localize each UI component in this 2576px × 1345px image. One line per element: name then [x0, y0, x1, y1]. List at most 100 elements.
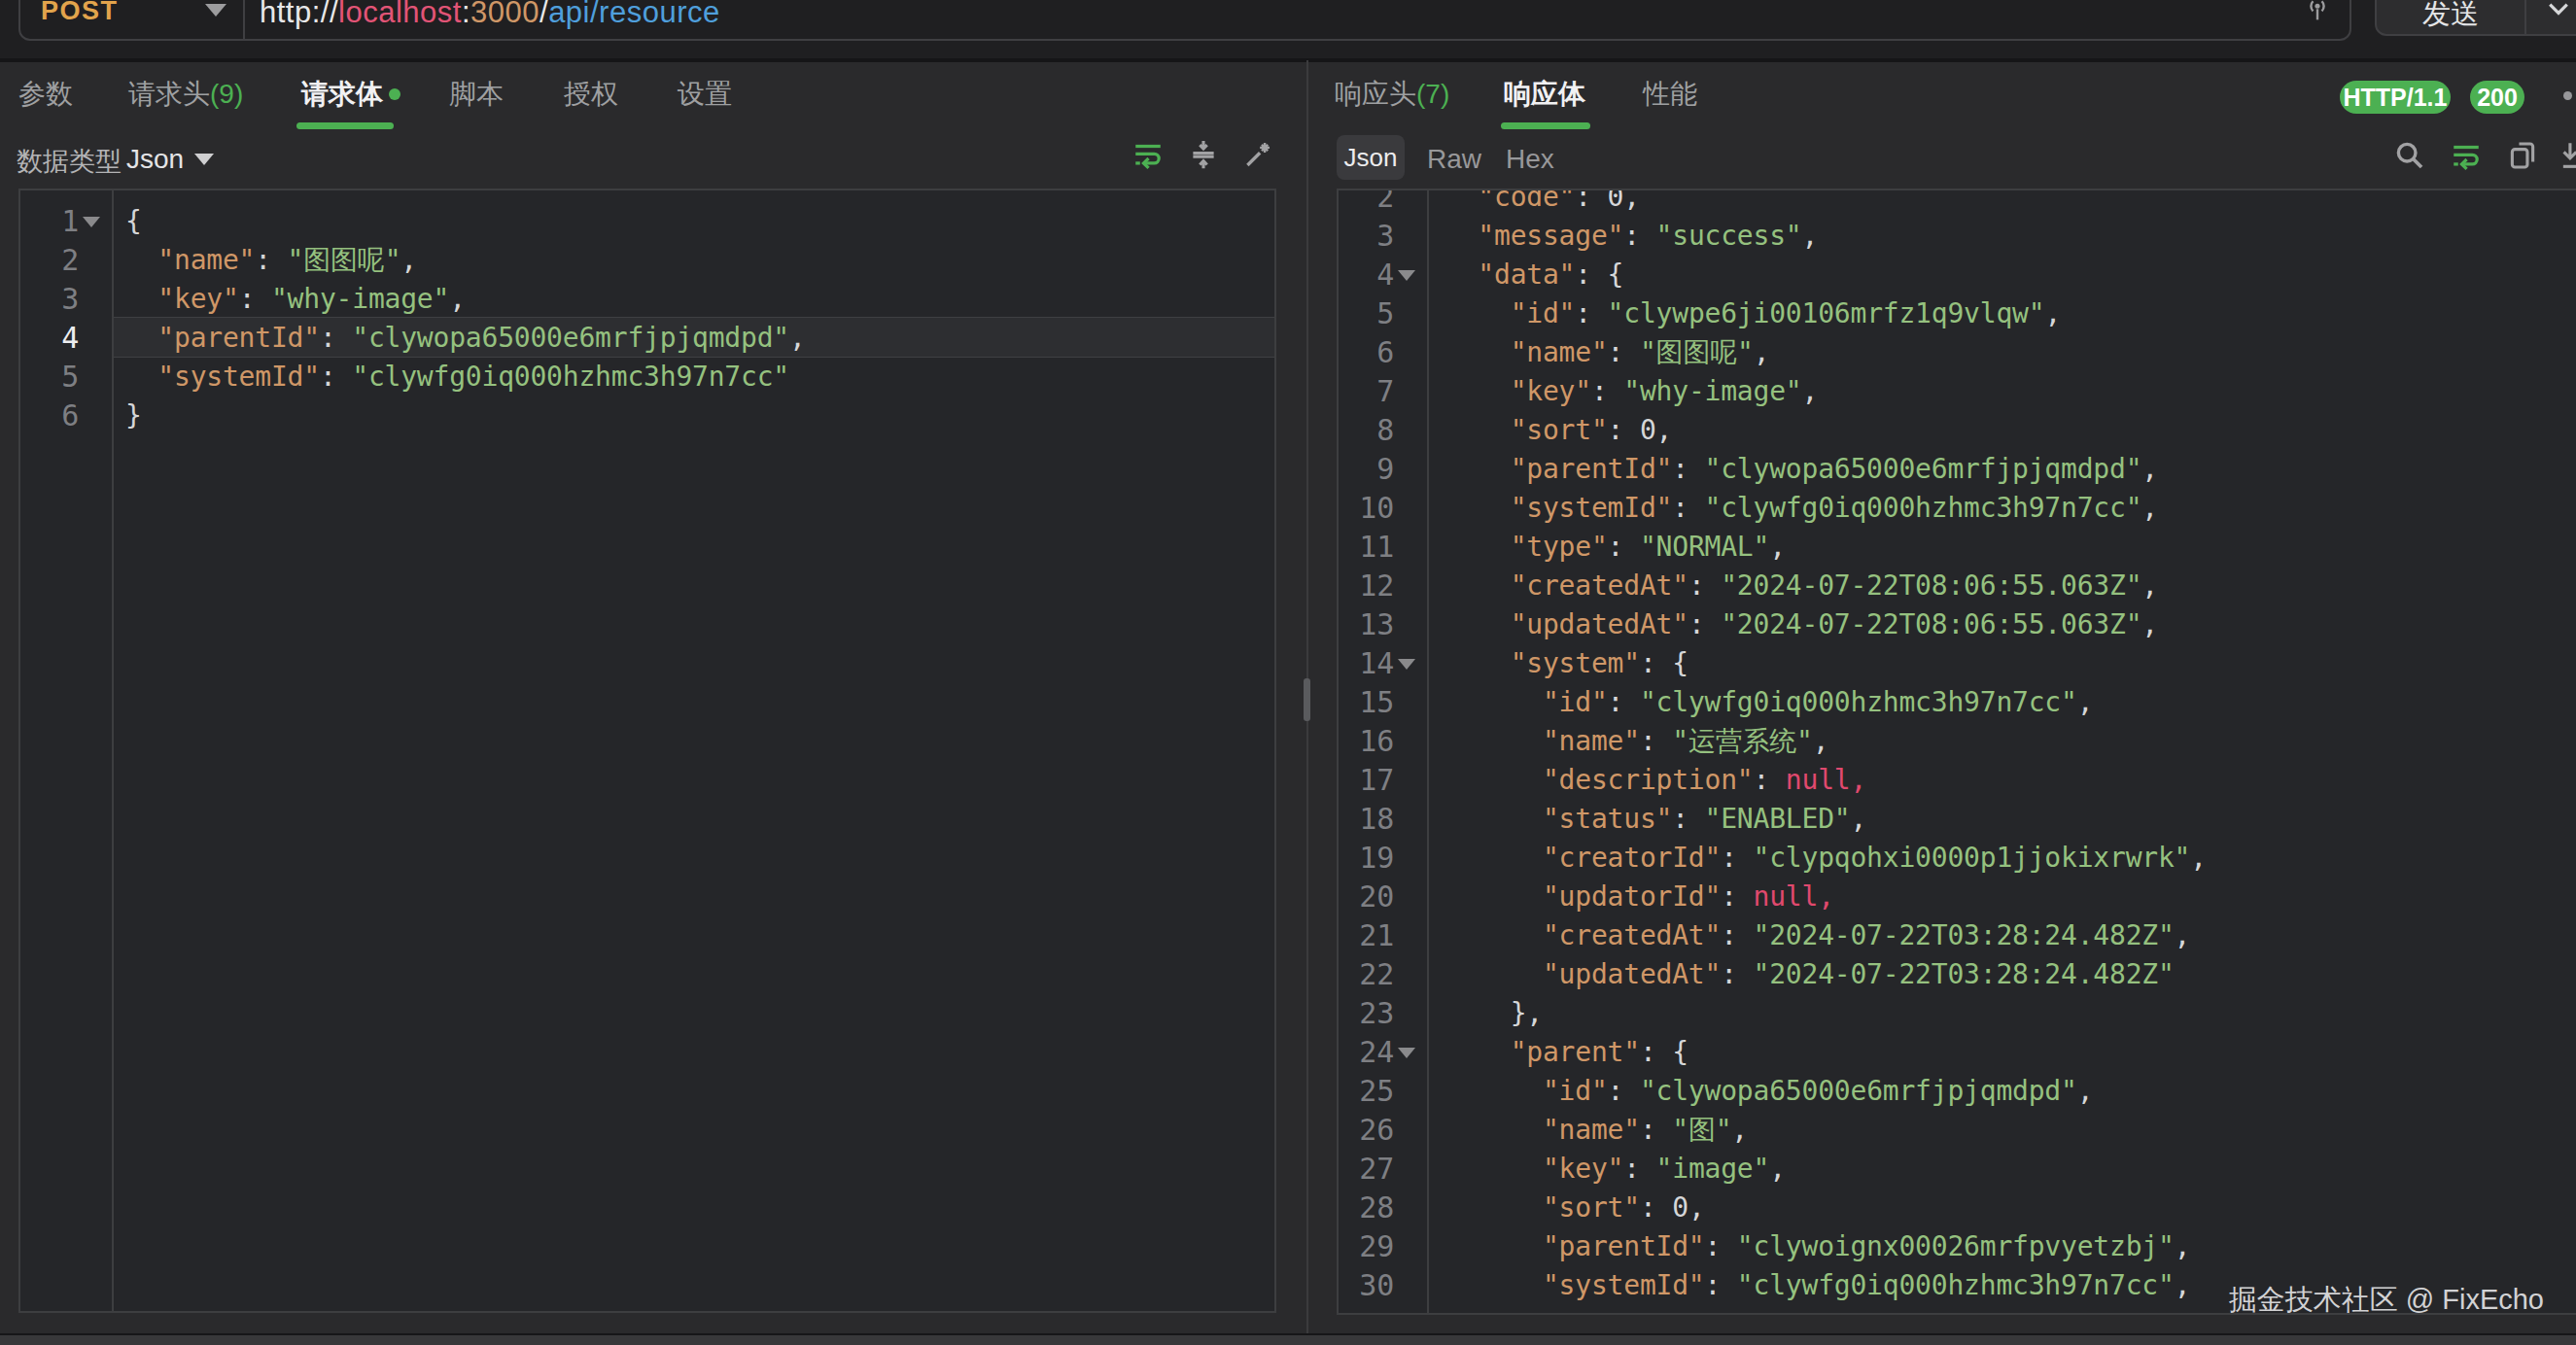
- copy-icon[interactable]: [2506, 139, 2539, 172]
- code-line: "id": "clywpe6ji00106mrfz1q9vlqw",: [1429, 294, 2576, 333]
- format-tab-json[interactable]: Json: [1337, 135, 1405, 180]
- request-tab[interactable]: 参数: [18, 76, 73, 113]
- api-client-window: POST http://localhost:3000/api/resource …: [0, 0, 2576, 1345]
- code-line: "id": "clywopa65000e6mrfjpjqmdpd",: [1429, 1072, 2576, 1111]
- url-part-plain: http://: [260, 0, 338, 29]
- fold-arrow-icon[interactable]: [1398, 270, 1415, 281]
- line-number: 26: [1339, 1111, 1427, 1150]
- format-tab-hex[interactable]: Hex: [1506, 144, 1554, 175]
- line-number: 8: [1339, 411, 1427, 450]
- broadcast-icon[interactable]: [2302, 0, 2333, 24]
- code-line: "data": {: [1429, 256, 2576, 294]
- code-line: "updatedAt": "2024-07-22T03:28:24.482Z": [1429, 955, 2576, 994]
- code-line: "message": "success",: [1429, 217, 2576, 256]
- line-number: 28: [1339, 1189, 1427, 1227]
- request-tab[interactable]: 请求头(9): [128, 76, 243, 113]
- download-icon[interactable]: [2560, 139, 2576, 172]
- response-tab[interactable]: 响应头(7): [1335, 76, 1449, 113]
- line-number: 5: [1339, 294, 1427, 333]
- tab-count-badge: (7): [1416, 79, 1449, 109]
- datatype-caret-icon[interactable]: [194, 154, 214, 165]
- more-options-icon[interactable]: [2563, 91, 2576, 100]
- code-line: },: [1429, 994, 2576, 1033]
- line-number: 3: [20, 280, 112, 319]
- word-wrap-icon[interactable]: [1131, 138, 1165, 171]
- bottom-status-bar: [0, 1333, 2576, 1345]
- code-line: "code": 0,: [1429, 189, 2576, 217]
- line-number-gutter: 2345678910111213141516171819202122232425…: [1339, 190, 1429, 1313]
- line-number-gutter: 123456: [20, 190, 114, 1311]
- code-line: "name": "运营系统",: [1429, 722, 2576, 761]
- active-tab-underline: [1501, 122, 1590, 129]
- fold-arrow-icon[interactable]: [1398, 1048, 1415, 1058]
- code-line: "updatedAt": "2024-07-22T08:06:55.063Z",: [1429, 605, 2576, 644]
- line-number: 6: [1339, 333, 1427, 372]
- line-number: 18: [1339, 800, 1427, 839]
- request-tab[interactable]: 脚本: [449, 76, 504, 113]
- code-line: "key": "why-image",: [1429, 372, 2576, 411]
- request-body-editor[interactable]: 123456{ "name": "图图呢", "key": "why-image…: [18, 189, 1276, 1313]
- code-line: "systemId": "clywfg0iq000hzhmc3h97n7cc": [114, 358, 1274, 397]
- url-part-port: 3000: [470, 0, 540, 29]
- search-icon[interactable]: [2393, 139, 2426, 172]
- method-caret-icon[interactable]: [205, 4, 226, 17]
- code-line: "name": "图图呢",: [114, 241, 1274, 280]
- send-options-chevron-icon[interactable]: [2544, 0, 2573, 23]
- code-line: "name": "图",: [1429, 1111, 2576, 1150]
- code-line: "createdAt": "2024-07-22T03:28:24.482Z",: [1429, 916, 2576, 955]
- request-tab[interactable]: 授权: [564, 76, 618, 113]
- line-number: 2: [20, 241, 112, 280]
- line-number: 9: [1339, 450, 1427, 489]
- datatype-label: 数据类型: [17, 144, 122, 179]
- line-number: 29: [1339, 1227, 1427, 1266]
- panel-divider-handle[interactable]: [1304, 678, 1310, 721]
- code-line: }: [114, 397, 1274, 435]
- line-number: 15: [1339, 683, 1427, 722]
- code-line: "sort": 0,: [1429, 1189, 2576, 1227]
- code-line: "description": null,: [1429, 761, 2576, 800]
- line-number: 14: [1339, 644, 1427, 683]
- code-line: {: [114, 202, 1274, 241]
- active-tab-underline: [296, 122, 394, 129]
- code-line: "status": "ENABLED",: [1429, 800, 2576, 839]
- line-number: 23: [1339, 994, 1427, 1033]
- format-tab-raw[interactable]: Raw: [1427, 144, 1481, 175]
- line-number: 10: [1339, 489, 1427, 528]
- code-line: "name": "图图呢",: [1429, 333, 2576, 372]
- response-tab[interactable]: 响应体: [1504, 76, 1585, 113]
- response-tab[interactable]: 性能: [1643, 76, 1697, 113]
- fold-arrow-icon[interactable]: [83, 217, 100, 227]
- line-number: 30: [1339, 1266, 1427, 1305]
- datatype-select[interactable]: Json: [126, 144, 184, 175]
- url-part-plain: /: [540, 0, 548, 29]
- code-line: "type": "NORMAL",: [1429, 528, 2576, 567]
- line-number: 21: [1339, 916, 1427, 955]
- code-line: "createdAt": "2024-07-22T08:06:55.063Z",: [1429, 567, 2576, 605]
- response-body-viewer[interactable]: 2345678910111213141516171819202122232425…: [1337, 189, 2576, 1315]
- line-number: 19: [1339, 839, 1427, 878]
- request-tab[interactable]: 设置: [678, 76, 732, 113]
- method-select[interactable]: POST: [41, 0, 119, 26]
- code-line: "parentId": "clywoignx00026mrfpvyetzbj",: [1429, 1227, 2576, 1266]
- line-number: 6: [20, 397, 112, 435]
- code-line: "parent": {: [1429, 1033, 2576, 1072]
- method-url-divider: [243, 0, 245, 41]
- line-number: 2: [1339, 189, 1427, 217]
- word-wrap-icon[interactable]: [2450, 139, 2483, 172]
- url-input[interactable]: http://localhost:3000/api/resource: [260, 0, 720, 30]
- send-split-divider: [2524, 0, 2526, 36]
- line-number: 1: [20, 202, 112, 241]
- line-number: 11: [1339, 528, 1427, 567]
- fold-arrow-icon[interactable]: [1398, 659, 1415, 670]
- line-number: 12: [1339, 567, 1427, 605]
- request-tab[interactable]: 请求体: [301, 76, 383, 113]
- line-number: 7: [1339, 372, 1427, 411]
- send-button-label[interactable]: 发送: [2422, 0, 2479, 34]
- line-number: 27: [1339, 1150, 1427, 1189]
- code-line: "sort": 0,: [1429, 411, 2576, 450]
- format-wand-icon[interactable]: [1241, 138, 1274, 171]
- tab-count-badge: (9): [210, 79, 243, 109]
- line-number: 20: [1339, 878, 1427, 916]
- line-number: 5: [20, 358, 112, 397]
- collapse-lines-icon[interactable]: [1187, 138, 1220, 171]
